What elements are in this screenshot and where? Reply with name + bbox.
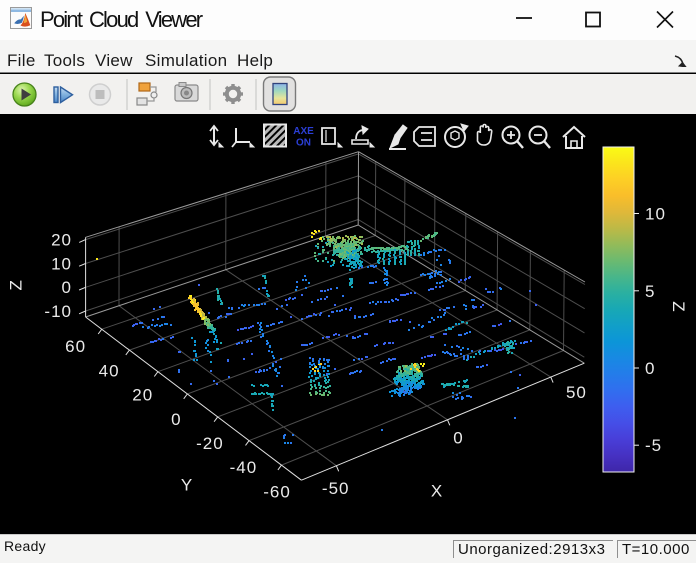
svg-text:20: 20 [51, 231, 72, 250]
svg-text:0: 0 [645, 359, 655, 378]
svg-text:Z: Z [669, 301, 688, 312]
svg-text:20: 20 [132, 386, 153, 405]
svg-text:-20: -20 [196, 434, 224, 453]
svg-text:AXE: AXE [293, 126, 314, 137]
svg-text:0: 0 [62, 278, 72, 297]
svg-text:60: 60 [65, 337, 86, 356]
svg-text:10: 10 [51, 254, 72, 273]
svg-text:10: 10 [645, 205, 666, 224]
svg-text:50: 50 [566, 383, 587, 402]
svg-text:0: 0 [171, 410, 181, 429]
svg-text:0: 0 [453, 429, 463, 448]
svg-text:40: 40 [99, 361, 120, 380]
svg-text:5: 5 [645, 282, 655, 301]
svg-text:ON: ON [296, 138, 311, 149]
svg-text:-60: -60 [263, 482, 291, 501]
svg-text:Z: Z [7, 279, 26, 290]
svg-text:-50: -50 [322, 479, 350, 498]
svg-text:X: X [431, 481, 443, 500]
svg-text:Y: Y [181, 476, 193, 495]
svg-text:-5: -5 [645, 436, 662, 455]
svg-text:-40: -40 [230, 458, 258, 477]
svg-text:-10: -10 [44, 302, 72, 321]
